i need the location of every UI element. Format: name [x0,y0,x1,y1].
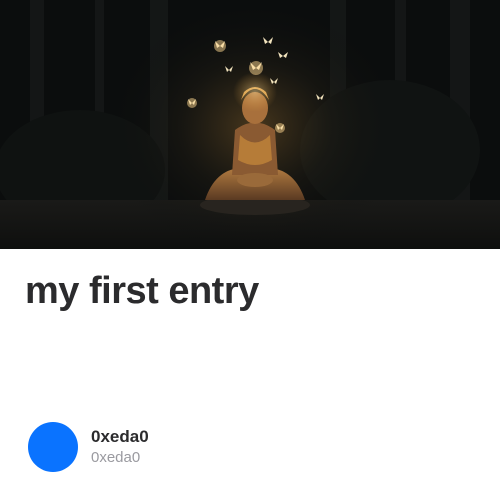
author-info: 0xeda0 0xeda0 [91,426,149,468]
author-handle: 0xeda0 [91,449,141,466]
author-name[interactable]: 0xeda0 [91,426,149,447]
entry-title: my first entry [25,270,259,312]
author-card[interactable]: 0xeda0 0xeda0 [28,422,149,472]
entry-page: my first entry 0xeda0 0xeda0 [0,0,500,500]
cover-image [0,0,500,249]
avatar[interactable] [28,422,78,472]
